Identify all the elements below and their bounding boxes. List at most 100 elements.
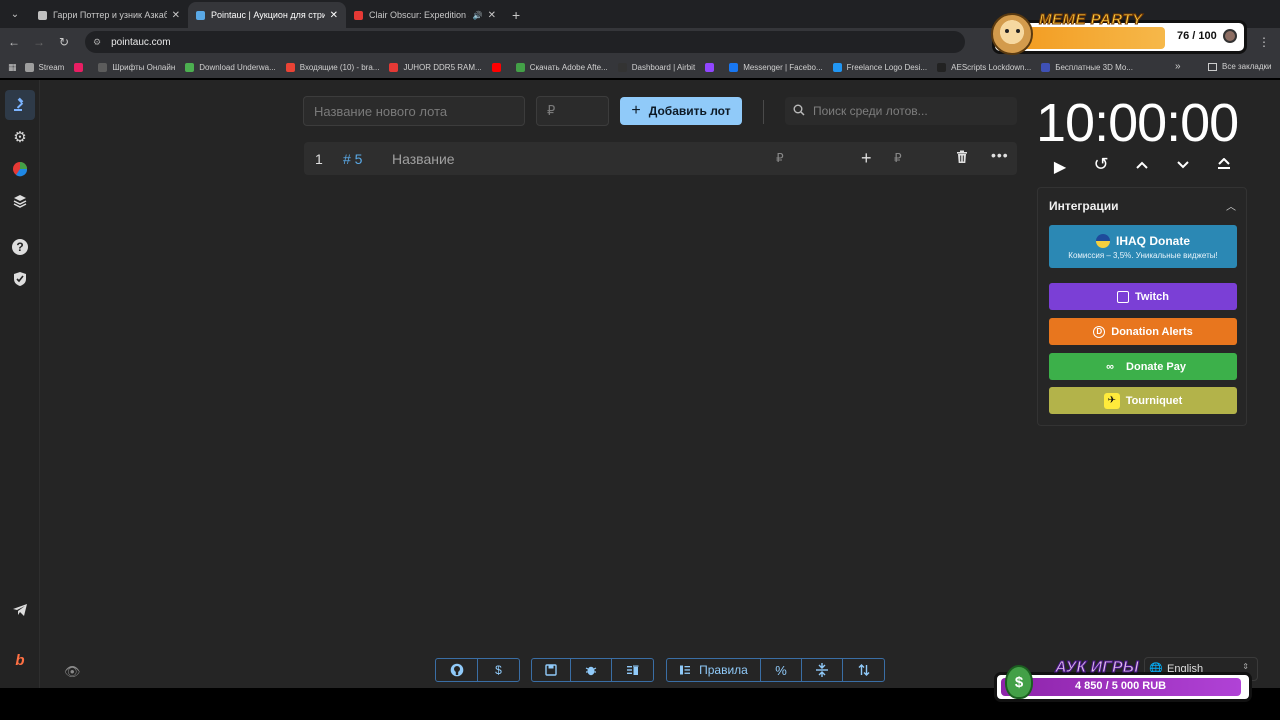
browser-tab[interactable]: Clair Obscur: Expedition 33 🔊 ✕ (346, 2, 504, 28)
lot-row[interactable]: 1 # 5 Название ₽ + ₽ ••• (304, 142, 1017, 175)
forward-arrow-icon[interactable]: → (28, 35, 50, 49)
bookmark-favicon-icon (617, 62, 627, 72)
tourniquet-label: Tourniquet (1125, 394, 1183, 407)
shield-check-icon[interactable] (10, 269, 30, 289)
chevron-down-icon[interactable] (1171, 157, 1195, 175)
bookmark-favicon-icon (185, 62, 195, 72)
bookmark-item[interactable]: JUHOR DDR5 RAM... (389, 62, 482, 72)
browser-tab[interactable]: Гарри Поттер и узник Азкабана ✕ (30, 2, 188, 28)
bookmark-item[interactable]: Скачать Adobe Afte... (515, 62, 608, 72)
back-arrow-icon[interactable]: ← (3, 35, 25, 49)
boosty-icon[interactable]: b (10, 650, 30, 670)
doge-icon (991, 13, 1033, 55)
new-lot-amount-input[interactable]: ₽ (536, 96, 609, 126)
new-lot-name-input[interactable]: Название нового лота (303, 96, 525, 126)
bookmark-item[interactable]: Stream (24, 62, 64, 72)
add-lot-button[interactable]: + Добавить лот (620, 97, 742, 125)
site-info-icon[interactable]: ⚙ (93, 37, 101, 48)
tourniquet-button[interactable]: ✈ Tourniquet (1049, 387, 1237, 414)
help-icon[interactable]: ? (10, 237, 30, 257)
tab-title: Гарри Поттер и узник Азкабана (53, 10, 167, 20)
all-bookmarks-button[interactable]: Все закладки (1208, 62, 1271, 71)
bookmark-item[interactable]: Download Underwa... (185, 62, 276, 72)
tab-close-icon[interactable]: ✕ (172, 10, 180, 21)
bookmark-item[interactable]: Freelance Logo Desi... (832, 62, 927, 72)
bookmark-favicon-icon (729, 62, 739, 72)
add-amount-field[interactable]: ₽ (894, 151, 902, 165)
save-icon[interactable] (532, 659, 571, 681)
tab-search-chevron-icon[interactable]: ⌄ (4, 3, 26, 25)
bookmark-item[interactable] (74, 62, 88, 72)
browser-tab-active[interactable]: Pointauc | Аукцион для стримеров ✕ (188, 2, 346, 28)
layers-icon[interactable] (10, 191, 30, 211)
pie-chart-icon[interactable] (10, 159, 30, 179)
trash-icon[interactable] (956, 150, 968, 167)
bookmarks-bar: ▦ Stream Шрифты Онлайн Download Underwa...… (0, 56, 1280, 78)
play-icon[interactable]: ▶ (1048, 157, 1072, 177)
reload-icon[interactable]: ↻ (53, 35, 75, 49)
add-amount-icon[interactable]: + (861, 148, 872, 169)
select-arrows-icon: ⇕ (1242, 662, 1249, 671)
lots-toolbar (531, 658, 654, 682)
sort-icon[interactable] (843, 659, 884, 681)
chevron-up-icon[interactable] (1130, 157, 1154, 175)
apps-grid-icon[interactable]: ▦ (8, 62, 17, 73)
tab-close-icon[interactable]: ✕ (330, 10, 338, 21)
telegram-icon[interactable] (10, 600, 30, 620)
bookmark-item[interactable]: Dashboard | Airbit (617, 62, 696, 72)
url-text: pointauc.com (111, 36, 171, 48)
bookmark-favicon-icon (1041, 62, 1051, 72)
bookmark-item[interactable]: Messenger | Facebo... (729, 62, 823, 72)
ihaq-logo-icon (1095, 233, 1110, 248)
new-lot-placeholder: Название нового лота (314, 103, 448, 119)
lot-amount-field[interactable]: ₽ (776, 151, 784, 165)
tab-favicon-icon (354, 10, 363, 20)
bookmark-label: Dashboard | Airbit (631, 62, 696, 72)
bookmark-item[interactable]: AEScripts Lockdown... (937, 62, 1031, 72)
bookmark-label: Messenger | Facebo... (743, 62, 823, 72)
more-options-icon[interactable]: ••• (991, 147, 1009, 163)
rules-button[interactable]: Правила (667, 659, 761, 681)
ihaq-donate-button[interactable]: IHAQ Donate Комиссия – 3,5%. Уникальные … (1049, 225, 1237, 268)
lot-search-input[interactable]: Поиск среди лотов... (785, 97, 1017, 125)
twitch-icon (1116, 290, 1129, 303)
donate-pay-button[interactable]: ∞ Donate Pay (1049, 353, 1237, 380)
bookmark-item[interactable]: Шрифты Онлайн (98, 62, 175, 72)
address-bar[interactable]: ⚙ pointauc.com (85, 31, 965, 53)
dollar-icon[interactable]: $ (478, 659, 519, 681)
bookmark-label: JUHOR DDR5 RAM... (403, 62, 482, 72)
bookmark-item[interactable]: Бесплатные 3D Мо... (1041, 62, 1133, 72)
bookmark-favicon-icon (491, 62, 501, 72)
donation-alerts-button[interactable]: D Donation Alerts (1049, 318, 1237, 345)
gavel-icon[interactable] (5, 90, 35, 120)
tab-close-icon[interactable]: ✕ (488, 10, 496, 21)
bookmark-item[interactable] (491, 62, 506, 72)
gear-icon[interactable]: ⚙ (10, 127, 30, 147)
bookmark-item[interactable]: Входящие (10) - bra... (285, 62, 379, 72)
bookmark-item[interactable] (705, 62, 719, 72)
folder-icon (1208, 62, 1217, 71)
restart-icon[interactable]: ↺ (1089, 154, 1113, 175)
collapse-chevron-icon[interactable]: ︿ (1226, 198, 1236, 213)
split-icon[interactable] (802, 659, 843, 681)
all-bookmarks-label: Все закладки (1222, 62, 1272, 71)
plus-icon: + (631, 102, 641, 119)
bookmarks-overflow-icon[interactable]: » (1175, 61, 1181, 72)
percent-button[interactable]: % (761, 659, 802, 681)
visibility-eye-icon[interactable]: 👁 (64, 664, 81, 680)
bug-icon[interactable] (571, 659, 612, 681)
lot-name-field[interactable]: Название (392, 151, 455, 167)
divider (763, 100, 764, 124)
bookmark-favicon-icon (74, 62, 84, 72)
github-icon[interactable] (436, 659, 478, 681)
twitch-button[interactable]: Twitch (1049, 283, 1237, 310)
double-chevron-up-icon[interactable] (1212, 157, 1236, 175)
browser-menu-icon[interactable]: ⋮ (1258, 35, 1270, 49)
clear-list-icon[interactable] (612, 659, 653, 681)
bookmark-favicon-icon (285, 62, 295, 72)
speaker-icon[interactable]: 🔊 (473, 11, 483, 20)
lot-id[interactable]: # 5 (343, 151, 362, 167)
money-bag-icon: $ (1005, 665, 1033, 699)
bookmark-favicon-icon (24, 62, 34, 72)
new-tab-button[interactable]: + (512, 7, 520, 23)
